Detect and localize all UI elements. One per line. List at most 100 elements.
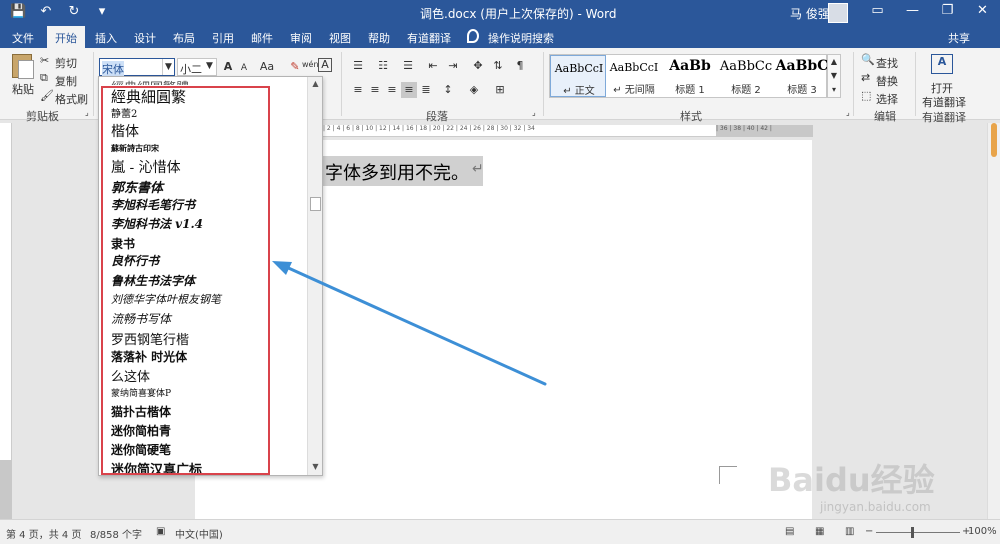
- tab-view[interactable]: 视图: [329, 30, 351, 46]
- chevron-down-icon[interactable]: ▼: [206, 61, 213, 71]
- font-list-scrollbar[interactable]: ▲ ▼: [307, 77, 322, 475]
- clear-format-icon[interactable]: ✎: [287, 59, 303, 75]
- minimize-icon[interactable]: —: [895, 3, 930, 18]
- increase-indent-icon[interactable]: ⇥: [445, 58, 461, 74]
- align-right-icon[interactable]: ≡: [384, 82, 400, 98]
- font-item[interactable]: 李旭科书法 v1.4: [111, 215, 203, 232]
- font-item[interactable]: 李旭科毛笔行书: [111, 196, 195, 213]
- font-item-partial[interactable]: 經典細圓繁體: [111, 77, 189, 85]
- customize-qat-icon[interactable]: ▾: [94, 4, 110, 19]
- close-icon[interactable]: ✕: [965, 3, 1000, 18]
- font-item[interactable]: 經典細圓繁: [111, 86, 186, 107]
- font-item[interactable]: 楷体: [111, 121, 139, 141]
- print-layout-icon[interactable]: ▦: [815, 526, 824, 537]
- proofing-icon[interactable]: ▣: [156, 526, 165, 537]
- line-spacing-icon[interactable]: ↕: [440, 82, 456, 98]
- cut-button[interactable]: 剪切: [55, 55, 77, 71]
- tab-design[interactable]: 设计: [134, 30, 156, 46]
- change-case-button[interactable]: Aa: [256, 59, 278, 75]
- tab-layout[interactable]: 布局: [173, 30, 195, 46]
- zoom-slider[interactable]: [876, 532, 960, 533]
- tab-file[interactable]: 文件: [12, 30, 34, 46]
- scissors-icon[interactable]: ✂: [40, 54, 49, 67]
- style-heading-1[interactable]: AaBb 标题 1: [662, 55, 718, 97]
- replace-button[interactable]: 替换: [876, 73, 898, 89]
- ribbon-display-icon[interactable]: ▭: [860, 3, 895, 18]
- grow-font-button[interactable]: A: [220, 59, 236, 75]
- avatar[interactable]: [828, 3, 848, 23]
- char-border-button[interactable]: A: [318, 58, 332, 72]
- tab-help[interactable]: 帮助: [368, 30, 390, 46]
- tell-me-search[interactable]: 操作说明搜索: [488, 30, 554, 46]
- tab-home[interactable]: 开始: [47, 26, 85, 48]
- font-item[interactable]: 迷你简硬笔: [111, 441, 171, 458]
- sort-icon[interactable]: ⇅: [490, 58, 506, 74]
- web-layout-icon[interactable]: ▥: [845, 526, 854, 537]
- align-left-icon[interactable]: ≡: [350, 82, 366, 98]
- justify-icon[interactable]: ≡: [401, 82, 417, 98]
- font-item[interactable]: 流畅书写体: [111, 310, 171, 327]
- restore-icon[interactable]: ❐: [930, 3, 965, 18]
- share-button[interactable]: 共享: [948, 30, 970, 46]
- format-painter-button[interactable]: 格式刷: [55, 91, 88, 107]
- font-name-input[interactable]: 宋体 ▼: [99, 58, 175, 77]
- font-item[interactable]: 迷你简柏青: [111, 422, 171, 439]
- show-marks-icon[interactable]: ¶: [512, 58, 528, 74]
- decrease-indent-icon[interactable]: ⇤: [425, 58, 441, 74]
- font-item[interactable]: 隶书: [111, 235, 135, 252]
- font-item[interactable]: 鲁林生书法字体: [111, 272, 195, 289]
- scroll-thumb[interactable]: [991, 123, 997, 157]
- tab-mailings[interactable]: 邮件: [251, 30, 273, 46]
- undo-icon[interactable]: ↶: [38, 4, 54, 19]
- style-heading-3[interactable]: AaBbC 标题 3: [774, 55, 830, 97]
- font-item[interactable]: 静蕾2: [111, 105, 137, 120]
- document-text[interactable]: 字体多到用不完。: [325, 159, 469, 185]
- copy-button[interactable]: 复制: [55, 73, 77, 89]
- search-icon[interactable]: 🔍: [861, 53, 875, 66]
- distributed-icon[interactable]: ≣: [418, 82, 434, 98]
- phonetic-guide-button[interactable]: wén: [302, 57, 319, 73]
- scroll-up-icon[interactable]: ▲: [308, 77, 322, 91]
- dialog-launcher-icon[interactable]: ⌟: [532, 108, 536, 117]
- page-count[interactable]: 第 4 页，共 4 页: [6, 526, 81, 541]
- language[interactable]: 中文(中国): [175, 526, 223, 541]
- style-no-spacing[interactable]: AaBbCcI ↵ 无间隔: [606, 55, 662, 97]
- cursor-icon[interactable]: ⬚: [861, 89, 871, 102]
- font-item[interactable]: 猫扑古楷体: [111, 403, 171, 420]
- zoom-level[interactable]: 100%: [968, 526, 997, 537]
- read-mode-icon[interactable]: ▤: [785, 526, 794, 537]
- tab-youdao[interactable]: 有道翻译: [407, 30, 451, 46]
- font-item[interactable]: 落落补 时光体: [111, 348, 187, 365]
- styles-scroll[interactable]: ▲ ▼ ▾: [827, 54, 841, 98]
- find-button[interactable]: 查找: [876, 55, 898, 71]
- font-item[interactable]: 良怀行书: [111, 252, 159, 269]
- translate-icon[interactable]: A: [931, 54, 953, 74]
- shrink-font-button[interactable]: A: [236, 60, 252, 76]
- multilevel-list-icon[interactable]: ☰: [400, 58, 416, 74]
- paste-button[interactable]: 粘贴: [12, 81, 34, 97]
- tab-insert[interactable]: 插入: [95, 30, 117, 46]
- replace-icon[interactable]: ⇄: [861, 71, 870, 84]
- paste-icon[interactable]: [12, 54, 34, 79]
- numbering-icon[interactable]: ☷: [375, 58, 391, 74]
- font-size-input[interactable]: 小二 ▼: [177, 58, 217, 76]
- font-item[interactable]: 罗西钢笔行楷: [111, 329, 189, 348]
- font-item[interactable]: 郭东書体: [111, 177, 163, 196]
- vertical-scrollbar[interactable]: [987, 123, 1000, 519]
- tab-review[interactable]: 审阅: [290, 30, 312, 46]
- tab-references[interactable]: 引用: [212, 30, 234, 46]
- shading-icon[interactable]: ◈: [466, 82, 482, 98]
- borders-icon[interactable]: ⊞: [492, 82, 508, 98]
- font-item[interactable]: 么这体: [111, 366, 150, 385]
- user-name[interactable]: 马 俊强: [790, 5, 830, 22]
- style-normal[interactable]: AaBbCcI ↵ 正文: [550, 55, 606, 97]
- font-item[interactable]: 迷你简汉真广标: [111, 459, 202, 475]
- redo-icon[interactable]: ↻: [66, 4, 82, 19]
- style-heading-2[interactable]: AaBbCc 标题 2: [718, 55, 774, 97]
- copy-icon[interactable]: ⧉: [40, 71, 48, 85]
- chevron-down-icon[interactable]: ▼: [162, 59, 174, 75]
- scroll-down-icon[interactable]: ▼: [308, 460, 322, 474]
- chinese-layout-icon[interactable]: ✥: [470, 58, 486, 74]
- dialog-launcher-icon[interactable]: ⌟: [846, 108, 850, 117]
- brush-icon[interactable]: 🖌: [40, 89, 54, 102]
